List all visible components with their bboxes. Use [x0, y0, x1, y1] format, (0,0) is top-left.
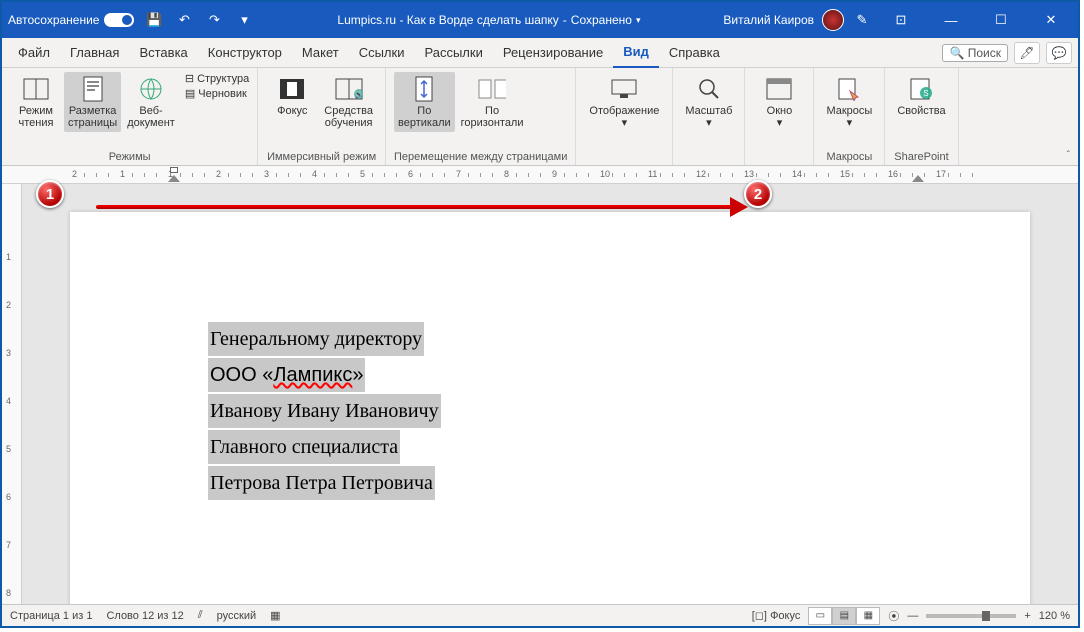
vertical-icon [410, 75, 438, 103]
web-layout-icon [137, 75, 165, 103]
group-immersive-label: Иммерсивный режим [266, 149, 377, 163]
document-area: Генеральному директору ООО «Лампикс» Ива… [22, 184, 1078, 604]
tab-layout[interactable]: Макет [292, 38, 349, 68]
accessibility-icon[interactable]: ⦿ [888, 608, 899, 624]
status-language[interactable]: русский [217, 610, 256, 622]
group-macros-label: Макросы [822, 149, 876, 163]
structure-button[interactable]: ⊟Структура [185, 72, 249, 85]
view-print-icon[interactable]: ▤ [832, 607, 856, 625]
horizontal-button[interactable]: Погоризонтали [457, 72, 528, 132]
horizontal-icon [478, 75, 506, 103]
status-focus[interactable]: [◻] Фокус [752, 609, 801, 622]
page-layout-icon [79, 75, 107, 103]
learning-tools-icon: 🔊 [335, 75, 363, 103]
zoom-in-button[interactable]: + [1024, 610, 1030, 622]
vertical-ruler[interactable]: 12345678 [2, 184, 22, 604]
collapse-ribbon-icon[interactable]: ˆ [1067, 150, 1070, 161]
minimize-button[interactable]: ― [930, 2, 972, 38]
group-modes-label: Режимы [10, 149, 249, 163]
autosave-label: Автосохранение [8, 13, 99, 27]
annotation-badge-2: 2 [744, 180, 772, 208]
user-avatar[interactable] [822, 9, 844, 31]
qat-dropdown-icon[interactable]: ▾ [234, 10, 254, 30]
ribbon: Режимчтения Разметкастраницы Веб-докумен… [2, 68, 1078, 166]
tab-design[interactable]: Конструктор [198, 38, 292, 68]
autosave-toggle[interactable]: Автосохранение ✓ [8, 13, 134, 27]
doc-line-5[interactable]: Петрова Петра Петровича [208, 466, 435, 500]
ribbon-tabs: Файл Главная Вставка Конструктор Макет С… [2, 38, 1078, 68]
learning-tools-button[interactable]: 🔊 Средстваобучения [320, 72, 377, 132]
page-layout-button[interactable]: Разметкастраницы [64, 72, 121, 132]
indent-marker-bottom[interactable] [168, 175, 180, 182]
status-spellcheck-icon[interactable]: ⫽ [198, 609, 203, 622]
focus-button[interactable]: Фокус [266, 72, 318, 132]
toggle-pill-icon: ✓ [104, 13, 134, 27]
tab-file[interactable]: Файл [8, 38, 60, 68]
zoom-level[interactable]: 120 % [1039, 610, 1070, 622]
tab-review[interactable]: Рецензирование [493, 38, 613, 68]
vertical-button[interactable]: Повертикали [394, 72, 455, 132]
document-title: Lumpics.ru - Как в Ворде сделать шапку [337, 13, 558, 27]
save-icon[interactable]: 💾 [144, 10, 164, 30]
properties-button[interactable]: S Свойства [893, 72, 949, 120]
zoom-button[interactable]: Масштаб▾ [681, 72, 736, 132]
page[interactable]: Генеральному директору ООО «Лампикс» Ива… [70, 212, 1030, 604]
tab-home[interactable]: Главная [60, 38, 129, 68]
svg-text:🔊: 🔊 [354, 90, 362, 99]
comments-button[interactable]: 💬 [1046, 42, 1072, 64]
status-macros-icon[interactable]: ▦ [270, 609, 280, 622]
properties-icon: S [907, 75, 935, 103]
annotation-badge-1: 1 [36, 180, 64, 208]
horizontal-ruler[interactable]: 211234567891011121314151617 [2, 166, 1078, 184]
zoom-icon [695, 75, 723, 103]
view-read-icon[interactable]: ▭ [808, 607, 832, 625]
group-move-label: Перемещение между страницами [394, 149, 567, 163]
zoom-out-button[interactable]: ― [907, 610, 918, 622]
share-button[interactable]: 🖊 [1014, 42, 1040, 64]
statusbar: Страница 1 из 1 Слово 12 из 12 ⫽ русский… [2, 604, 1078, 626]
macros-icon [835, 75, 863, 103]
tab-insert[interactable]: Вставка [129, 38, 197, 68]
status-words[interactable]: Слово 12 из 12 [106, 610, 183, 622]
group-sharepoint-label: SharePoint [893, 149, 949, 163]
indent-marker-top[interactable] [170, 167, 178, 173]
user-name: Виталий Каиров [723, 13, 814, 27]
view-switcher: ▭ ▤ ▦ [808, 607, 880, 625]
close-button[interactable]: ✕ [1030, 2, 1072, 38]
indent-marker-right[interactable] [912, 175, 924, 182]
display-icon [610, 75, 638, 103]
doc-line-2[interactable]: ООО «Лампикс» [208, 358, 365, 392]
save-status: Сохранено [571, 13, 632, 27]
status-page[interactable]: Страница 1 из 1 [10, 610, 92, 622]
window-icon [765, 75, 793, 103]
redo-icon[interactable]: ↷ [204, 10, 224, 30]
draft-icon: ▤ [185, 87, 195, 100]
reading-mode-button[interactable]: Режимчтения [10, 72, 62, 132]
search-box[interactable]: 🔍 Поиск [942, 44, 1008, 62]
display-button[interactable]: Отображение▾ [584, 72, 664, 132]
focus-icon [278, 75, 306, 103]
tab-help[interactable]: Справка [659, 38, 730, 68]
ribbon-display-icon[interactable]: ⊡ [880, 2, 922, 38]
maximize-button[interactable]: ☐ [980, 2, 1022, 38]
doc-line-4[interactable]: Главного специалиста [208, 430, 400, 464]
web-layout-button[interactable]: Веб-документ [123, 72, 179, 132]
tab-view[interactable]: Вид [613, 38, 659, 68]
titlebar: Автосохранение ✓ 💾 ↶ ↷ ▾ Lumpics.ru - Ка… [2, 2, 1078, 38]
macros-button[interactable]: Макросы▾ [822, 72, 876, 132]
svg-text:S: S [924, 89, 929, 98]
doc-line-3[interactable]: Иванову Ивану Ивановичу [208, 394, 441, 428]
draft-button[interactable]: ▤Черновик [185, 87, 249, 100]
tab-mailings[interactable]: Рассылки [414, 38, 492, 68]
reading-mode-icon [22, 75, 50, 103]
window-button[interactable]: Окно▾ [753, 72, 805, 132]
zoom-slider[interactable] [926, 614, 1016, 618]
coming-soon-icon[interactable]: ✎ [852, 10, 872, 30]
structure-icon: ⊟ [185, 72, 194, 85]
view-web-icon[interactable]: ▦ [856, 607, 880, 625]
undo-icon[interactable]: ↶ [174, 10, 194, 30]
tab-references[interactable]: Ссылки [349, 38, 415, 68]
doc-line-1[interactable]: Генеральному директору [208, 322, 424, 356]
